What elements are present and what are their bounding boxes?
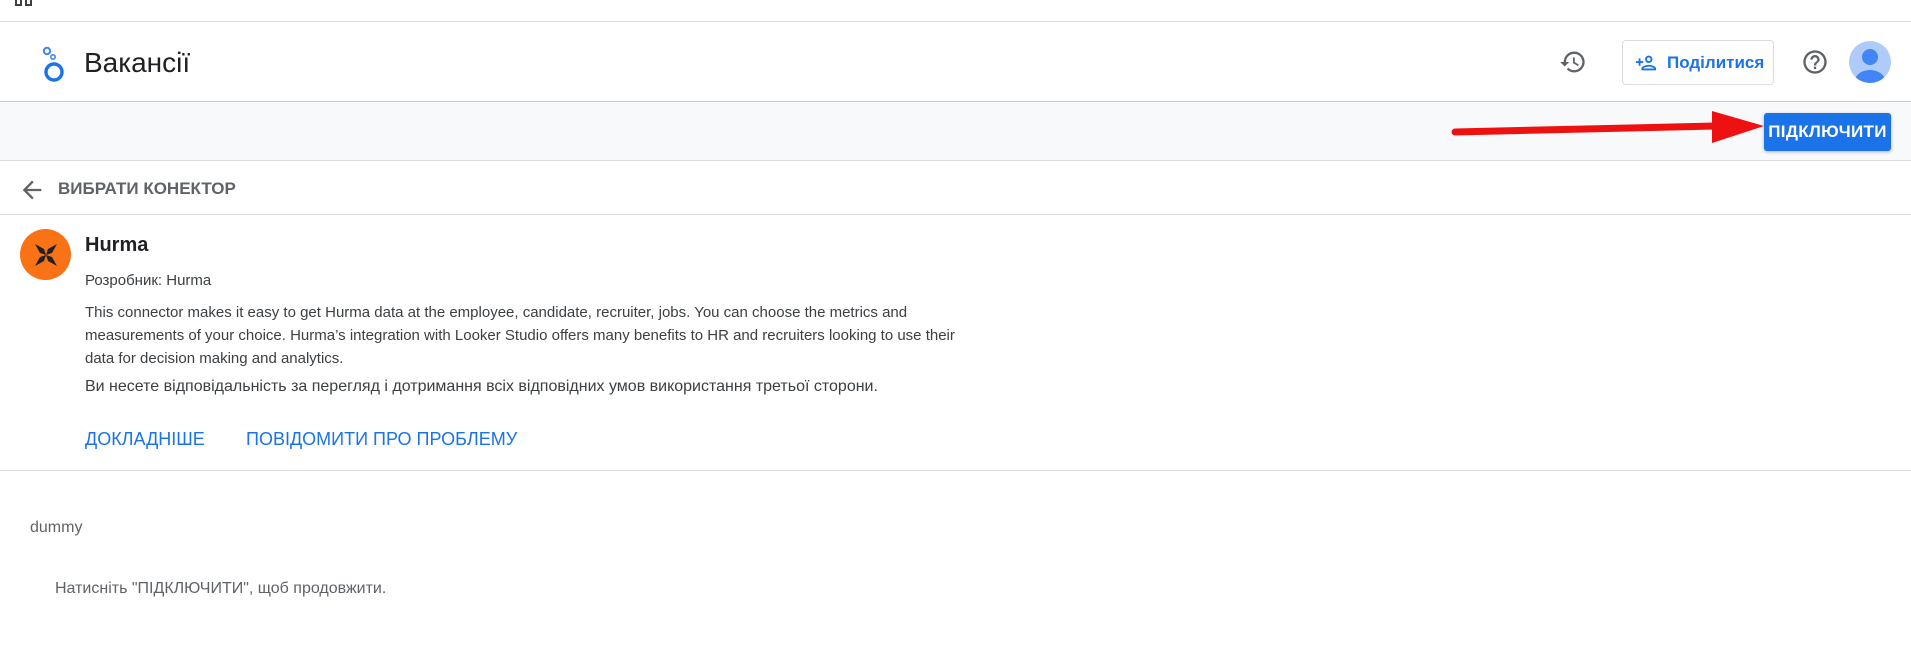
terms-responsibility-note: Ви несете відповідальність за перегляд і…	[85, 378, 878, 395]
connect-button[interactable]: ПІДКЛЮЧИТИ	[1764, 113, 1891, 151]
looker-studio-logo[interactable]	[40, 46, 68, 84]
config-label: dummy	[30, 519, 83, 536]
select-connector-link[interactable]: ВИБРАТИ КОНЕКТОР	[58, 179, 236, 199]
browser-top-strip	[0, 0, 1911, 22]
hurma-logo	[20, 229, 71, 280]
share-button[interactable]: Поділитися	[1622, 40, 1774, 85]
hurma-logo-mark	[34, 243, 57, 266]
person-add-icon	[1635, 55, 1657, 70]
back-row: ВИБРАТИ КОНЕКТОР	[0, 162, 1911, 215]
page-title: Вакансії	[84, 47, 191, 78]
help-icon	[1803, 50, 1827, 74]
report-issue-link[interactable]: ПОВІДОМИТИ ПРО ПРОБЛЕМУ	[246, 429, 517, 450]
apps-grid-icon[interactable]	[15, 0, 33, 6]
annotation-arrow	[1451, 111, 1764, 143]
help-button[interactable]	[1798, 45, 1832, 79]
connector-description: This connector makes it easy to get Hurm…	[85, 304, 955, 367]
avatar[interactable]	[1849, 41, 1891, 83]
connect-hint: Натисніть "ПІДКЛЮЧИТИ", щоб продовжити.	[55, 580, 387, 597]
connector-card: Hurma Розробник: Hurma This connector ma…	[0, 216, 1911, 471]
learn-more-link[interactable]: ДОКЛАДНІШЕ	[85, 429, 205, 450]
version-history-button[interactable]	[1556, 45, 1590, 79]
account-icon	[1855, 49, 1885, 83]
connector-developer: Розробник: Hurma	[85, 272, 212, 289]
history-icon	[1560, 51, 1585, 73]
share-label: Поділитися	[1667, 52, 1765, 72]
arrow-back-icon[interactable]	[18, 176, 46, 204]
app-header: Вакансії Поділитися	[0, 22, 1911, 102]
connector-name: Hurma	[85, 234, 149, 256]
